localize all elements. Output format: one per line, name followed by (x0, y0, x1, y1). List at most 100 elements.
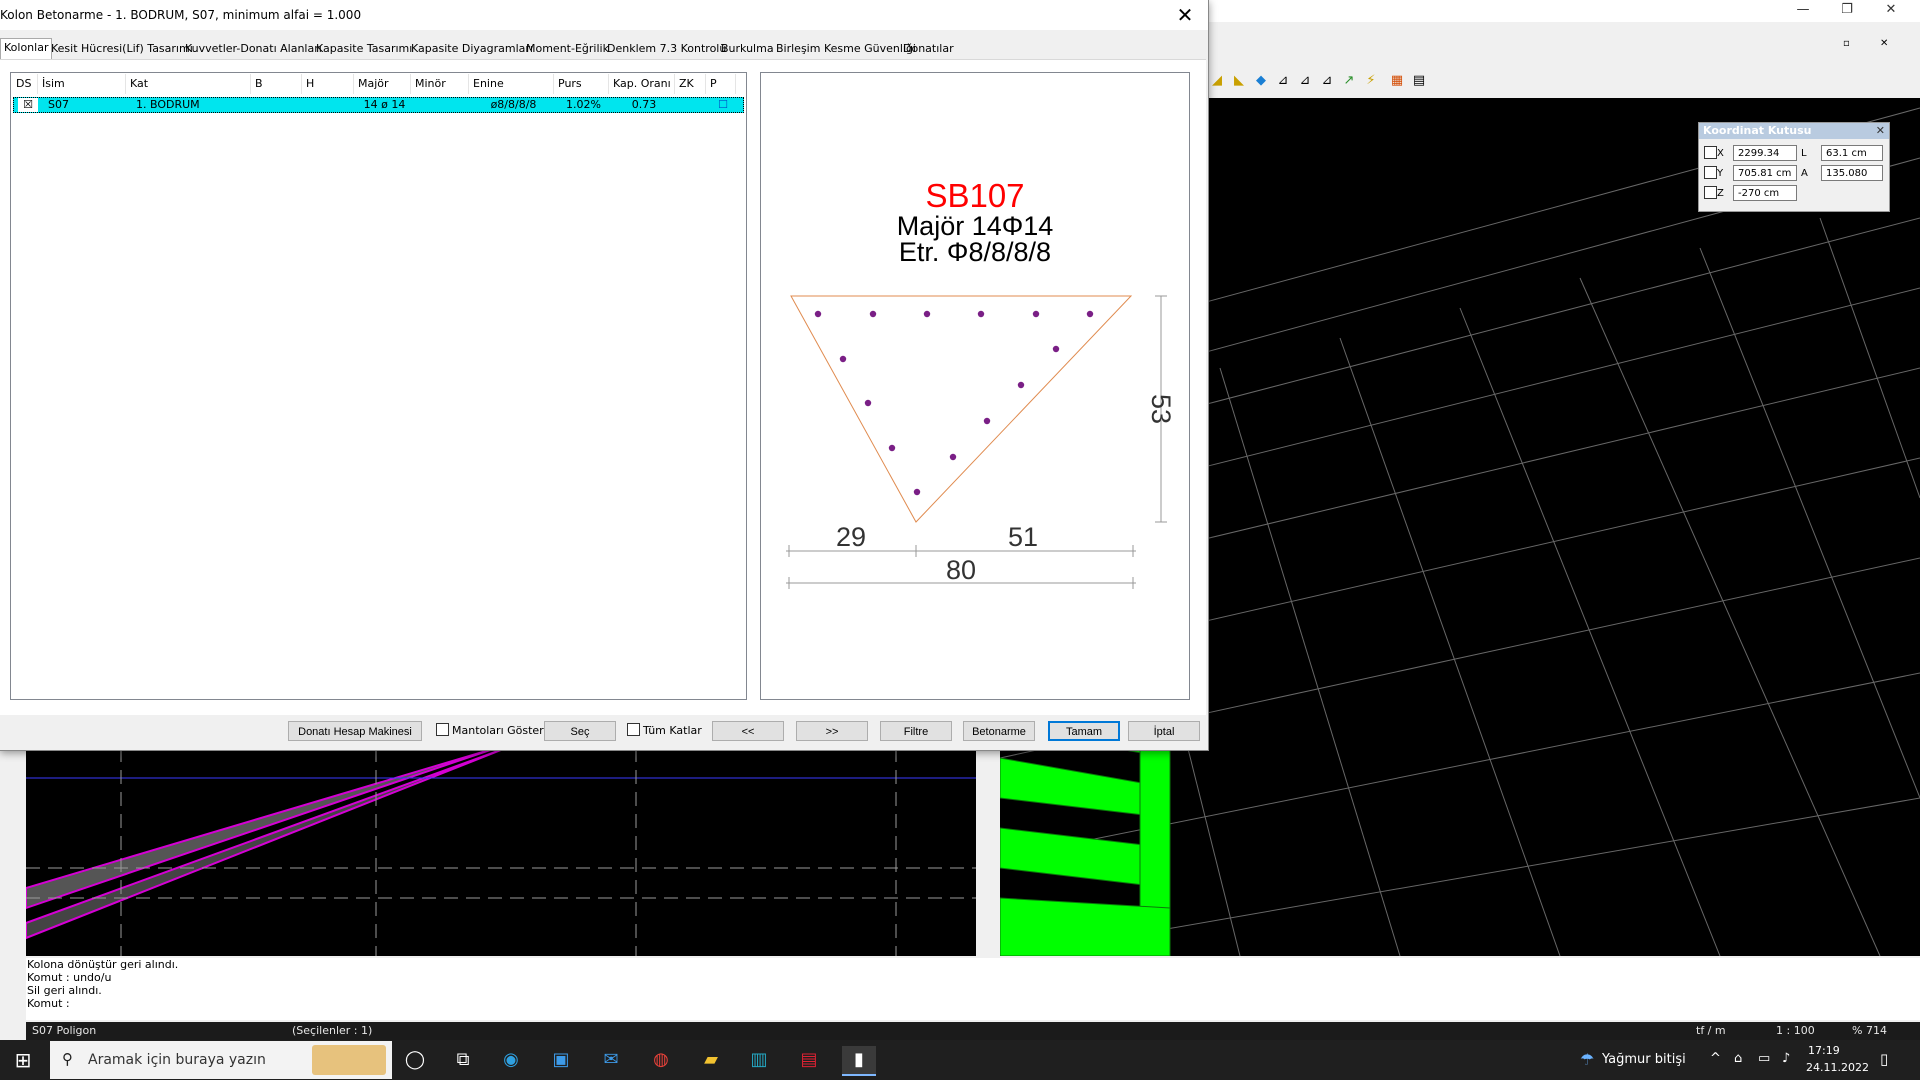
store-icon[interactable]: ▣ (544, 1046, 578, 1074)
tool-icon[interactable]: ◆ (1252, 72, 1270, 90)
z-coordinate-field[interactable]: -270 cm (1733, 185, 1797, 201)
section-name: SB107 (925, 177, 1024, 214)
minimize-icon[interactable]: — (1788, 2, 1818, 20)
mail-icon[interactable]: ✉ (594, 1046, 628, 1074)
tab-kapasite-diyagramlari[interactable]: Kapasite Diyagramları (408, 40, 536, 58)
tool-icon[interactable]: ⊿ (1318, 72, 1336, 90)
tray-chevron-icon[interactable]: ^ (1710, 1051, 1721, 1066)
kolon-betonarme-dialog: Kolon Betonarme - 1. BODRUM, S07, minimu… (0, 0, 1209, 751)
tab-kesit-hucresi[interactable]: Kesit Hücresi(Lif) Tasarımı (48, 40, 196, 58)
2d-viewport[interactable] (26, 748, 976, 956)
tab-kuvvetler[interactable]: Kuvvetler-Donatı Alanları (182, 40, 325, 58)
y-coordinate-field[interactable]: 705.81 cm (1733, 165, 1797, 181)
rebar-dot (1032, 310, 1040, 318)
cancel-button[interactable]: İptal (1128, 721, 1200, 741)
concrete-button[interactable]: Betonarme (963, 721, 1035, 741)
tool-icon[interactable]: ⚡ (1362, 72, 1380, 90)
col-header[interactable]: Kat (126, 74, 251, 94)
angle-field[interactable]: 135.080 (1821, 165, 1883, 181)
tool-icon[interactable]: ↗ (1340, 72, 1358, 90)
z-lock-checkbox[interactable] (1704, 186, 1717, 199)
tab-burkulma[interactable]: Burkulma (718, 40, 777, 58)
col-header[interactable]: B (251, 74, 302, 94)
rebar-dot (949, 453, 957, 461)
task-view-icon[interactable]: ◯ (398, 1046, 432, 1074)
col-header[interactable]: Kap. Oranı (609, 74, 675, 94)
active-app-icon[interactable]: ▮ (842, 1046, 876, 1076)
calculator-button[interactable]: Donatı Hesap Makinesi (288, 721, 422, 741)
clock-date[interactable]: 24.11.2022 (1806, 1061, 1869, 1074)
col-header[interactable]: P (706, 74, 736, 94)
p-checkbox[interactable]: ☐ (708, 98, 738, 112)
col-header[interactable]: Enine (469, 74, 554, 94)
tab-denklem[interactable]: Denklem 7.3 Kontrolü (604, 40, 729, 58)
status-bar: S07 Poligon (Seçilenler : 1) tf / m 1 : … (26, 1022, 1920, 1040)
rebar-dot (814, 310, 822, 318)
search-highlight-image (312, 1045, 386, 1075)
col-header[interactable]: Purs (554, 74, 609, 94)
display-icon[interactable]: ▭ (1758, 1051, 1770, 1066)
column-grid[interactable]: DS İsim Kat B H Majör Minör Enine Purs K… (10, 72, 747, 700)
coordinate-box: Koordinat Kutusu ✕ X 2299.34 cm L 63.1 c… (1698, 122, 1890, 212)
x-coordinate-field[interactable]: 2299.34 cm (1733, 145, 1797, 175)
tab-moment-egrilik[interactable]: Moment-Eğrilik (523, 40, 612, 58)
cell-enine: ø8/8/8/8 (490, 98, 537, 111)
weather-text[interactable]: Yağmur bitişi (1602, 1052, 1686, 1067)
next-button[interactable]: >> (796, 721, 868, 741)
command-log[interactable]: Kolona dönüştür geri alındı. Komut : und… (26, 958, 1920, 1020)
col-header[interactable]: H (302, 74, 354, 94)
tool-icon[interactable]: ◣ (1230, 72, 1248, 90)
col-header[interactable]: Minör (411, 74, 469, 94)
doc-close-icon[interactable]: ✕ (1880, 38, 1888, 49)
filter-button[interactable]: Filtre (880, 721, 952, 741)
col-header[interactable]: DS (12, 74, 38, 94)
col-header[interactable]: Majör (354, 74, 411, 94)
restore-icon[interactable]: ❐ (1832, 2, 1862, 20)
show-jackets-checkbox[interactable]: Mantoları Göster (436, 723, 544, 739)
doc-minimize-icon[interactable]: ▫ (1843, 38, 1850, 49)
x-lock-checkbox[interactable] (1704, 146, 1717, 159)
ok-button[interactable]: Tamam (1048, 721, 1120, 741)
chrome-icon[interactable]: ◍ (644, 1046, 678, 1074)
col-header[interactable]: ZK (675, 74, 706, 94)
close-icon[interactable]: ✕ (1876, 123, 1885, 139)
rebar-dot (983, 417, 991, 425)
rebar-dot (923, 310, 931, 318)
clock-time[interactable]: 17:19 (1808, 1044, 1840, 1057)
tab-kolonlar[interactable]: Kolonlar (0, 38, 53, 60)
app-icon[interactable]: ▤ (792, 1046, 826, 1074)
app-icon[interactable]: ▥ (742, 1046, 776, 1074)
command-line: Kolona dönüştür geri alındı. (27, 958, 179, 971)
tab-donatilar[interactable]: Donatılar (900, 40, 957, 58)
table-row[interactable]: ☒ S07 1. BODRUM 14 ø 14 ø8/8/8/8 1.02% 0… (13, 97, 744, 113)
tool-icon[interactable]: ⊿ (1274, 72, 1292, 90)
close-icon[interactable]: ✕ (1876, 2, 1906, 20)
checkbox-box[interactable] (436, 723, 449, 736)
ds-checkbox[interactable]: ☒ (18, 98, 38, 112)
volume-icon[interactable]: ♪ (1782, 1051, 1790, 1066)
tab-birlesim[interactable]: Birleşim Kesme Güvenliği (773, 40, 919, 58)
windows-start-icon[interactable]: ⊞ (6, 1046, 40, 1074)
col-header[interactable]: İsim (38, 74, 126, 94)
rebar-dot (888, 444, 896, 452)
tool-icon[interactable]: ◢ (1208, 72, 1226, 90)
tab-kapasite-tasarimi[interactable]: Kapasite Tasarımı (313, 40, 415, 58)
y-lock-checkbox[interactable] (1704, 166, 1717, 179)
network-icon[interactable]: ⌂ (1734, 1051, 1742, 1066)
edge-icon[interactable]: ◉ (494, 1046, 528, 1074)
widgets-icon[interactable]: ⧉ (446, 1046, 480, 1074)
checkbox-box[interactable] (627, 723, 640, 736)
app-toolbar: ◢ ◣ ◆ ⊿ ⊿ ⊿ ↗ ⚡ ▦ ▤ ▫ ✕ (1200, 22, 1920, 99)
notifications-icon[interactable]: ▯ (1880, 1050, 1888, 1068)
select-button[interactable]: Seç (544, 721, 616, 741)
all-floors-checkbox[interactable]: Tüm Katlar (627, 723, 702, 739)
taskbar-search[interactable]: ⚲ Aramak için buraya yazın (50, 1041, 392, 1079)
close-icon[interactable]: ✕ (1162, 0, 1208, 30)
tool-icon[interactable]: ▦ (1388, 72, 1406, 90)
file-explorer-icon[interactable]: ▰ (694, 1046, 728, 1074)
previous-button[interactable]: << (712, 721, 784, 741)
rebar-dot (864, 399, 872, 407)
tool-icon[interactable]: ⊿ (1296, 72, 1314, 90)
length-field[interactable]: 63.1 cm (1821, 145, 1883, 161)
table-icon[interactable]: ▤ (1410, 72, 1428, 90)
